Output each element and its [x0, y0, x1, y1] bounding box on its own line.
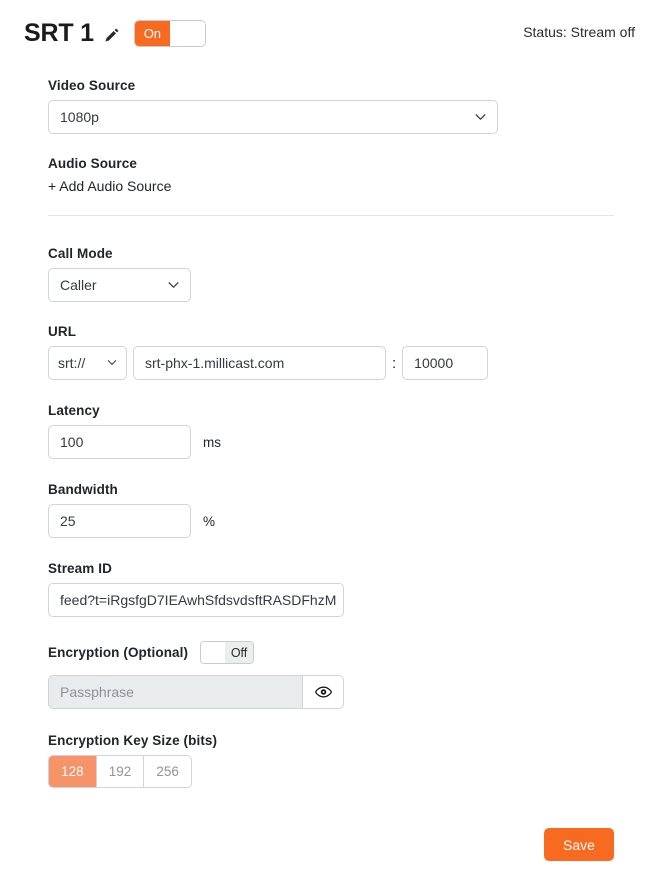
latency-value: 100 [60, 434, 83, 450]
section-divider [48, 215, 614, 216]
key-size-option-128[interactable]: 128 [49, 756, 97, 787]
call-mode-value: Caller [60, 277, 97, 293]
url-host-value: srt-phx-1.millicast.com [145, 355, 284, 371]
latency-unit: ms [203, 435, 221, 450]
call-mode-select[interactable]: Caller [48, 268, 191, 302]
url-row: srt:// srt-phx-1.millicast.com : 10000 [48, 346, 614, 380]
url-protocol-value: srt:// [58, 355, 85, 371]
chevron-down-icon [107, 360, 118, 367]
bandwidth-value: 25 [60, 513, 76, 529]
stream-power-toggle-knob [170, 21, 205, 46]
bandwidth-input[interactable]: 25 [48, 504, 191, 538]
url-port-input[interactable]: 10000 [402, 346, 488, 380]
eye-icon [315, 686, 332, 698]
passphrase-placeholder: Passphrase [60, 684, 134, 700]
latency-label: Latency [48, 403, 614, 418]
latency-row: 100 ms [48, 425, 614, 459]
passphrase-row: Passphrase [48, 675, 344, 709]
key-size-button-group: 128 192 256 [48, 755, 192, 788]
url-protocol-select[interactable]: srt:// [48, 346, 127, 380]
add-audio-source-link[interactable]: + Add Audio Source [48, 178, 614, 194]
stream-power-toggle[interactable]: On [134, 20, 206, 47]
pencil-icon[interactable] [104, 27, 120, 43]
encryption-toggle[interactable]: Off [200, 641, 254, 664]
bandwidth-row: 25 % [48, 504, 614, 538]
encryption-header-row: Encryption (Optional) Off [48, 641, 614, 664]
encryption-group: Encryption (Optional) Off Passphrase [48, 641, 614, 709]
url-group: URL srt:// srt-phx-1.millicast.com : 100… [48, 324, 614, 380]
stream-id-group: Stream ID feed?t=iRgsfgD7IEAwhSfdsvdsftR… [48, 561, 614, 617]
bandwidth-label: Bandwidth [48, 482, 614, 497]
passphrase-input[interactable]: Passphrase [48, 675, 302, 709]
url-separator: : [392, 355, 396, 372]
stream-id-label: Stream ID [48, 561, 614, 576]
chevron-down-icon [475, 114, 486, 121]
stream-id-input[interactable]: feed?t=iRgsfgD7IEAwhSfdsvdsftRASDFhzM [48, 583, 344, 617]
video-source-group: Video Source 1080p [48, 78, 614, 134]
header-left-group: SRT 1 On [24, 18, 206, 48]
toggle-passphrase-visibility-button[interactable] [302, 675, 344, 709]
call-mode-group: Call Mode Caller [48, 246, 614, 302]
stream-status-text: Status: Stream off [523, 24, 635, 40]
settings-form: Video Source 1080p Audio Source + Add Au… [48, 78, 614, 788]
key-size-group: Encryption Key Size (bits) 128 192 256 [48, 733, 614, 788]
chevron-down-icon [168, 282, 179, 289]
encryption-toggle-knob [201, 642, 225, 663]
save-button[interactable]: Save [544, 828, 614, 861]
page-header: SRT 1 On Status: Stream off [24, 18, 635, 54]
audio-source-label: Audio Source [48, 156, 614, 171]
key-size-label: Encryption Key Size (bits) [48, 733, 614, 748]
encryption-toggle-label: Off [225, 642, 253, 663]
url-host-input[interactable]: srt-phx-1.millicast.com [133, 346, 386, 380]
encryption-label: Encryption (Optional) [48, 645, 188, 660]
call-mode-label: Call Mode [48, 246, 614, 261]
bandwidth-unit: % [203, 514, 215, 529]
page-title: SRT 1 [24, 18, 94, 48]
audio-source-group: Audio Source + Add Audio Source [48, 156, 614, 194]
key-size-option-192[interactable]: 192 [97, 756, 145, 787]
video-source-label: Video Source [48, 78, 614, 93]
url-label: URL [48, 324, 614, 339]
latency-input[interactable]: 100 [48, 425, 191, 459]
video-source-value: 1080p [60, 109, 99, 125]
stream-power-toggle-label: On [135, 21, 170, 46]
url-port-value: 10000 [414, 355, 453, 371]
latency-group: Latency 100 ms [48, 403, 614, 459]
key-size-option-256[interactable]: 256 [144, 756, 191, 787]
stream-id-value: feed?t=iRgsfgD7IEAwhSfdsvdsftRASDFhzM [60, 592, 336, 608]
video-source-select[interactable]: 1080p [48, 100, 498, 134]
bandwidth-group: Bandwidth 25 % [48, 482, 614, 538]
